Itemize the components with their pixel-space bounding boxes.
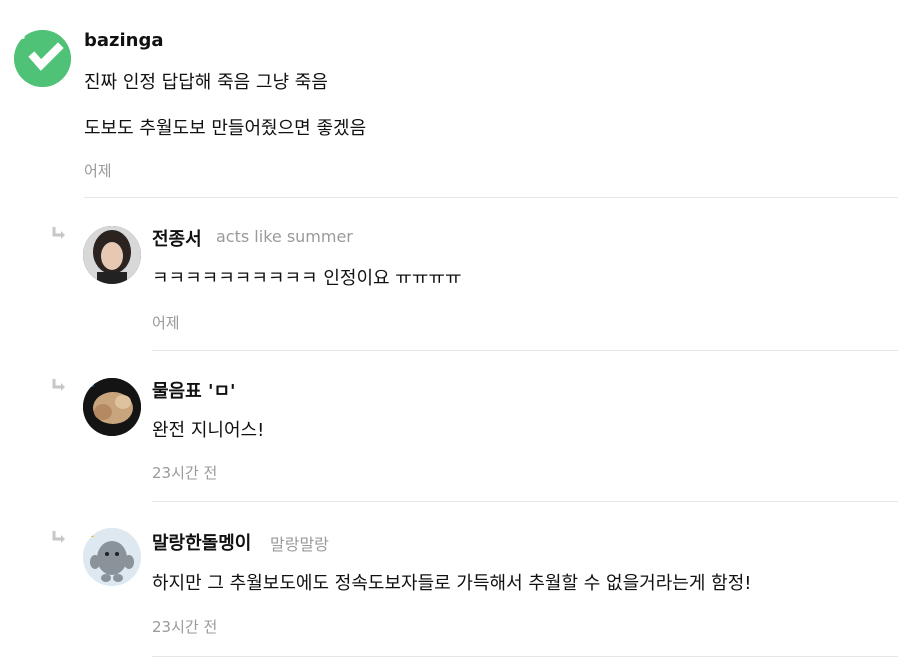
divider xyxy=(152,656,898,657)
reply-arrow-icon xyxy=(52,531,65,543)
author-name[interactable]: 말랑한돌멩이 xyxy=(152,529,251,555)
timestamp: 23시간 전 xyxy=(152,618,218,636)
level-badge: 2 xyxy=(88,530,95,540)
reply-text: 하지만 그 추월보도에도 정속도보자들로 가득해서 추월할 수 없을거라는게 함… xyxy=(152,573,752,594)
avatar[interactable]: 2 xyxy=(83,528,141,586)
reply-comment: 2 말랑한돌멩이 말랑말랑 하지만 그 추월보도에도 정속도보자들로 가득해서 … xyxy=(0,0,898,660)
author-subname: 말랑말랑 xyxy=(270,535,329,554)
